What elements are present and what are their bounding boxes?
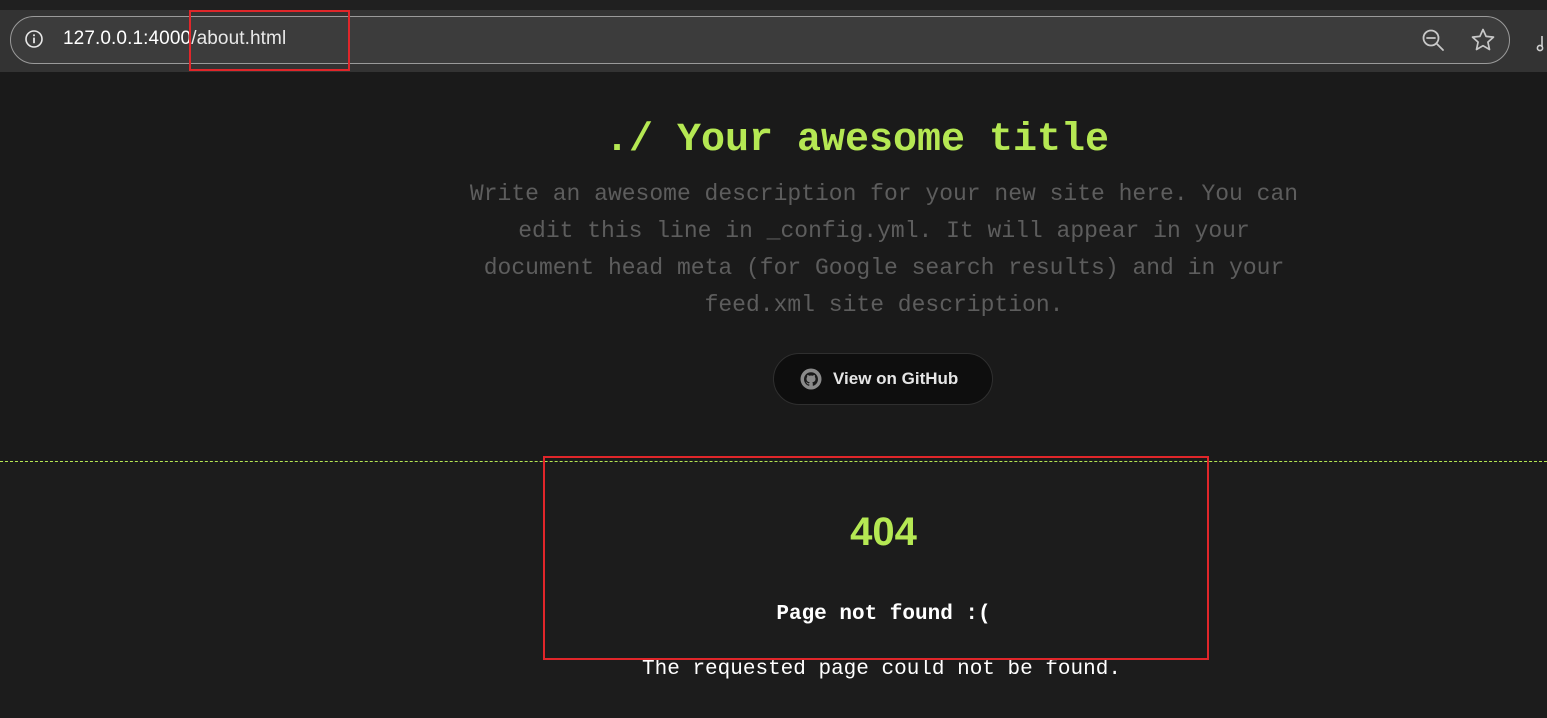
- page-content: ./ Your awesome title Write an awesome d…: [0, 72, 1547, 718]
- site-description: Write an awesome description for your ne…: [469, 181, 1299, 318]
- error-message: The requested page could not be found.: [642, 658, 1121, 681]
- url-host: 127.0.0.1:4000: [63, 28, 192, 49]
- zoom-out-icon[interactable]: [1421, 28, 1445, 52]
- header-divider: [0, 461, 1547, 462]
- site-title[interactable]: ./ Your awesome title: [0, 118, 1547, 163]
- address-bar[interactable]: 127.0.0.1:4000/about.html: [10, 16, 1510, 64]
- star-icon[interactable]: [1470, 27, 1496, 53]
- view-on-github-button[interactable]: View on GitHub: [773, 353, 993, 405]
- site-header: ./ Your awesome title Write an awesome d…: [0, 72, 1547, 461]
- github-icon: [800, 368, 822, 390]
- url-text[interactable]: 127.0.0.1:4000/about.html: [63, 28, 286, 50]
- tab-strip-edge: [0, 0, 1547, 10]
- url-path: /about.html: [191, 28, 287, 49]
- error-code: 404: [850, 510, 917, 554]
- browser-toolbar: 127.0.0.1:4000/about.html: [0, 0, 1547, 72]
- error-title: Page not found :(: [776, 603, 991, 626]
- github-button-label: View on GitHub: [833, 369, 959, 388]
- extension-icon[interactable]: [1536, 34, 1546, 52]
- info-icon[interactable]: [25, 30, 43, 48]
